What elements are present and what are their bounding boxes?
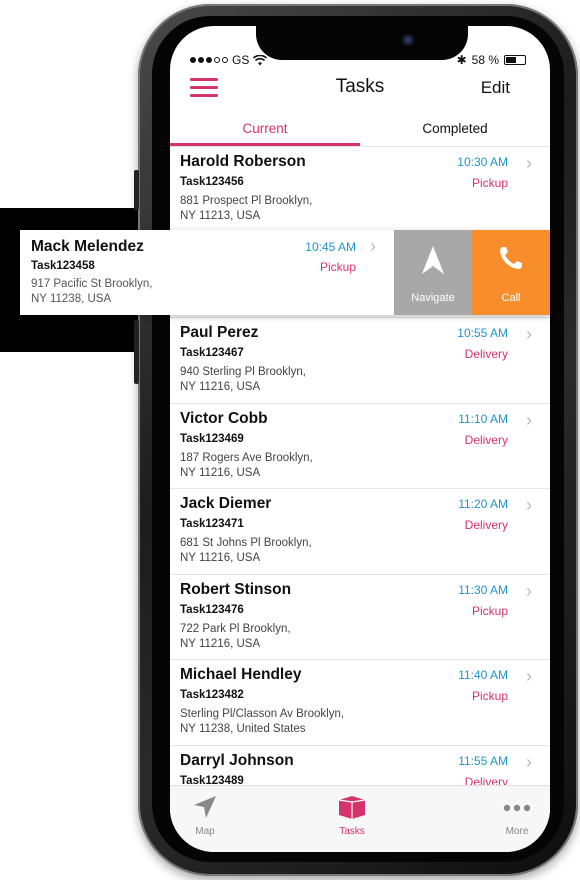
address-line-1: 722 Park Pl Brooklyn,: [180, 622, 291, 635]
status-bar-right: ✱ 58 %: [457, 50, 526, 70]
navigation-arrow-icon: [194, 796, 216, 818]
tab-bar-tasks[interactable]: Tasks: [317, 794, 387, 837]
task-customer-name: Harold Roberson: [180, 153, 306, 170]
call-button[interactable]: Call: [472, 230, 550, 315]
task-address: 722 Park Pl Brooklyn, NY 11216, USA: [180, 622, 420, 652]
edit-button[interactable]: Edit: [481, 78, 510, 98]
task-type: Delivery: [464, 432, 508, 447]
address-line-2: NY 11213, USA: [180, 210, 261, 222]
address-line-2: NY 11216, USA: [180, 637, 261, 650]
task-time: 11:30 AM: [458, 582, 508, 597]
battery-percent: 58 %: [471, 53, 499, 67]
task-row[interactable]: Paul Perez Task123467 940 Sterling Pl Br…: [170, 318, 550, 404]
tab-completed[interactable]: Completed: [360, 114, 550, 146]
task-type: Delivery: [464, 518, 508, 532]
task-customer-name: Mack Melendez: [31, 238, 144, 255]
address-line-2: NY 11216, USA: [180, 381, 261, 393]
task-customer-name: Darryl Johnson: [180, 751, 294, 769]
task-id: Task123456: [180, 176, 244, 188]
navigate-button[interactable]: Navigate: [394, 230, 472, 315]
chevron-right-icon: ›: [526, 580, 532, 601]
task-row[interactable]: Harold Roberson Task123456 881 Prospect …: [170, 147, 550, 233]
task-address: 681 St Johns Pl Brooklyn, NY 11216, USA: [180, 536, 420, 566]
phone-notch: [256, 26, 468, 60]
address-line-1: 881 Prospect Pl Brooklyn,: [180, 195, 313, 207]
task-time: 10:45 AM: [305, 240, 356, 254]
task-time: 10:30 AM: [457, 155, 508, 169]
task-time: 11:55 AM: [458, 753, 508, 768]
address-line-1: 187 Rogers Ave Brooklyn,: [180, 451, 313, 464]
task-customer-name: Michael Hendley: [180, 666, 302, 683]
chevron-right-icon: ›: [526, 153, 532, 173]
battery-icon: [504, 55, 526, 65]
bottom-tab-bar: Map Tasks More: [170, 785, 550, 852]
chevron-right-icon: ›: [526, 324, 532, 344]
phone-icon: [500, 247, 522, 269]
address-line-1: 940 Sterling Pl Brooklyn,: [180, 366, 306, 378]
task-row[interactable]: Robert Stinson Task123476 722 Park Pl Br…: [170, 574, 550, 660]
task-id: Task123482: [180, 689, 244, 701]
tab-bar-more[interactable]: More: [482, 794, 550, 837]
address-line-2: NY 11216, USA: [180, 552, 261, 564]
task-tabs: Current Completed: [170, 114, 550, 147]
task-customer-name: Victor Cobb: [180, 409, 268, 427]
tab-bar-label: More: [505, 826, 529, 837]
navigate-label: Navigate: [411, 292, 455, 304]
task-address: 881 Prospect Pl Brooklyn, NY 11213, USA: [180, 194, 420, 224]
task-id: Task123471: [180, 518, 244, 530]
address-line-2: NY 11238, United States: [180, 723, 306, 735]
task-id: Task123469: [180, 432, 244, 445]
cube-icon: [338, 796, 366, 819]
task-customer-name: Robert Stinson: [180, 580, 292, 598]
task-id: Task123476: [180, 603, 244, 616]
task-address: Sterling Pl/Classon Av Brooklyn, NY 11238…: [180, 707, 420, 737]
swiped-task-row[interactable]: Mack Melendez Task123458 917 Pacific St …: [20, 230, 550, 315]
task-time: 10:55 AM: [457, 326, 508, 340]
call-label: Call: [501, 292, 521, 304]
chevron-right-icon: ›: [526, 751, 532, 772]
task-time: 11:20 AM: [458, 497, 508, 511]
task-address: 917 Pacific St Brooklyn, NY 11238, USA: [31, 277, 152, 307]
tab-bar-map[interactable]: Map: [170, 794, 240, 837]
address-line-1: 681 St Johns Pl Brooklyn,: [180, 537, 312, 549]
tab-current[interactable]: Current: [170, 114, 360, 146]
status-bar-left: GS: [190, 50, 268, 70]
task-customer-name: Jack Diemer: [180, 495, 272, 512]
bluetooth-icon: ✱: [456, 53, 467, 67]
task-address: 940 Sterling Pl Brooklyn, NY 11216, USA: [180, 365, 420, 395]
navigate-arrow-icon: [422, 246, 444, 274]
address-line-1: 917 Pacific St Brooklyn,: [31, 278, 153, 290]
task-row[interactable]: Victor Cobb Task123469 187 Rogers Ave Br…: [170, 403, 550, 489]
carrier-label: GS: [232, 53, 250, 67]
address-line-1: Sterling Pl/Classon Av Brooklyn,: [180, 708, 345, 720]
task-type: Pickup: [471, 176, 508, 190]
task-type: Pickup: [471, 603, 508, 618]
signal-icon: [190, 57, 228, 63]
more-dots-icon: [503, 804, 531, 812]
chevron-right-icon: ›: [526, 666, 532, 686]
task-customer-name: Paul Perez: [180, 324, 259, 341]
task-time: 11:40 AM: [458, 668, 508, 682]
chevron-right-icon: ›: [526, 409, 532, 430]
tab-bar-label: Tasks: [339, 826, 365, 837]
mute-switch: [134, 170, 139, 210]
chevron-right-icon: ›: [526, 495, 532, 515]
volume-down-button: [134, 320, 139, 384]
tab-bar-label: Map: [195, 826, 215, 837]
task-type: Pickup: [471, 689, 508, 703]
chevron-right-icon: ›: [370, 236, 376, 256]
task-id: Task123458: [31, 260, 95, 272]
address-line-2: NY 11238, USA: [31, 293, 112, 305]
task-address: 187 Rogers Ave Brooklyn, NY 11216, USA: [180, 451, 420, 481]
task-row[interactable]: Michael Hendley Task123482 Sterling Pl/C…: [170, 660, 550, 746]
address-line-2: NY 11216, USA: [180, 466, 261, 479]
task-type: Delivery: [464, 347, 508, 361]
task-type: Pickup: [319, 260, 356, 274]
task-time: 11:10 AM: [458, 411, 508, 426]
phone-screen: GS ✱ 58 % Tasks Edit Current Completed H…: [170, 26, 550, 852]
front-camera: [402, 34, 414, 46]
wifi-icon: [253, 54, 268, 65]
task-row[interactable]: Jack Diemer Task123471 681 St Johns Pl B…: [170, 489, 550, 575]
task-id: Task123467: [180, 347, 244, 359]
